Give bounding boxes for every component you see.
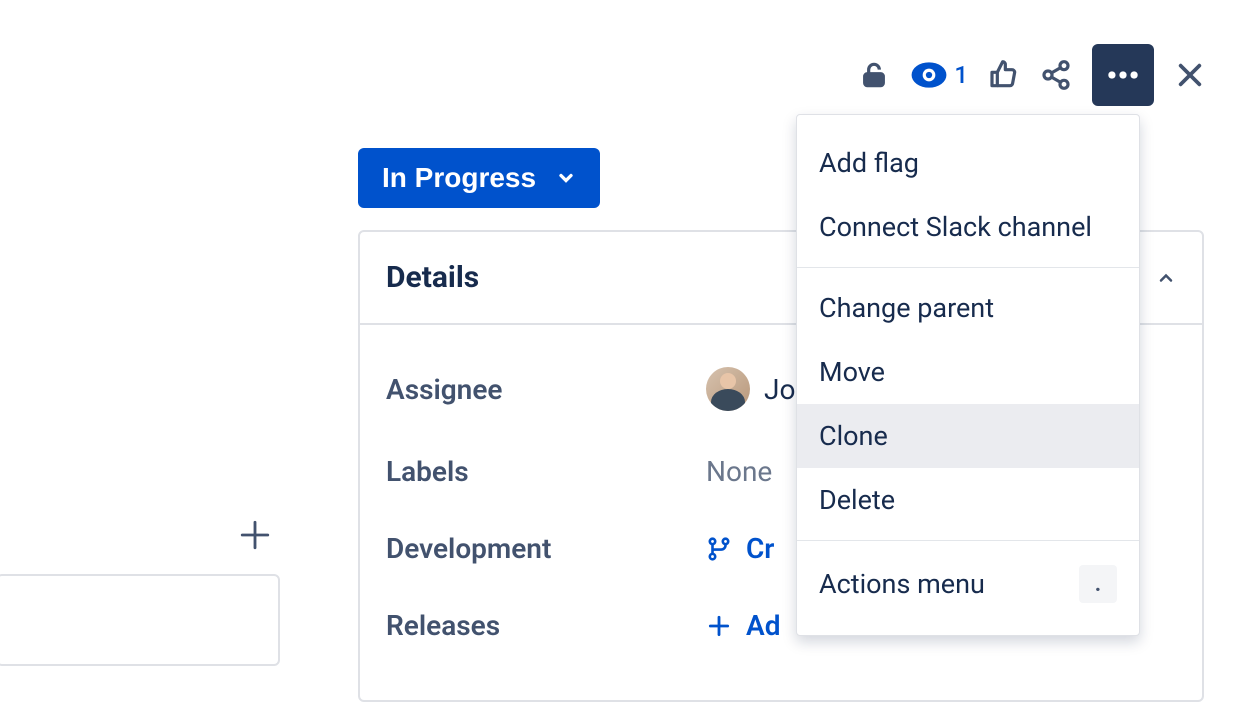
- status-label: In Progress: [382, 162, 536, 194]
- more-actions-menu: Add flag Connect Slack channel Change pa…: [796, 114, 1140, 636]
- chevron-up-icon: [1156, 268, 1176, 288]
- releases-action: Ad: [746, 609, 780, 642]
- dropdown-group-3: Actions menu .: [797, 540, 1139, 627]
- add-button[interactable]: [238, 518, 272, 556]
- avatar: [706, 367, 750, 411]
- plus-icon: [706, 613, 732, 639]
- assignee-name: Jo: [764, 373, 795, 406]
- lock-icon[interactable]: [858, 59, 890, 91]
- left-panel-stub: [0, 574, 280, 666]
- share-icon[interactable]: [1040, 59, 1072, 91]
- development-action: Cr: [746, 532, 774, 565]
- field-label-labels: Labels: [386, 455, 706, 488]
- labels-value: None: [706, 455, 772, 488]
- watch-button[interactable]: 1: [910, 56, 968, 94]
- chevron-down-icon: [556, 168, 576, 188]
- details-title: Details: [386, 260, 479, 295]
- menu-connect-slack[interactable]: Connect Slack channel: [797, 195, 1139, 259]
- field-value-assignee[interactable]: Jo: [706, 367, 795, 411]
- branch-icon: [706, 536, 732, 562]
- field-value-development[interactable]: Cr: [706, 532, 774, 565]
- field-label-assignee: Assignee: [386, 373, 706, 406]
- menu-actions-menu[interactable]: Actions menu .: [797, 549, 1139, 619]
- field-label-development: Development: [386, 532, 706, 565]
- dropdown-group-1: Add flag Connect Slack channel: [797, 123, 1139, 267]
- watch-count: 1: [954, 61, 968, 89]
- kbd-shortcut: .: [1079, 565, 1117, 603]
- dropdown-group-2: Change parent Move Clone Delete: [797, 267, 1139, 540]
- menu-move[interactable]: Move: [797, 340, 1139, 404]
- menu-add-flag[interactable]: Add flag: [797, 131, 1139, 195]
- status-dropdown[interactable]: In Progress: [358, 148, 600, 208]
- menu-clone[interactable]: Clone: [797, 404, 1139, 468]
- field-value-releases[interactable]: Ad: [706, 609, 780, 642]
- menu-delete[interactable]: Delete: [797, 468, 1139, 532]
- field-label-releases: Releases: [386, 609, 706, 642]
- more-actions-button[interactable]: [1092, 44, 1154, 106]
- issue-action-toolbar: 1: [858, 44, 1206, 106]
- thumbs-up-icon[interactable]: [988, 59, 1020, 91]
- close-icon[interactable]: [1174, 59, 1206, 91]
- field-value-labels[interactable]: None: [706, 455, 772, 488]
- menu-change-parent[interactable]: Change parent: [797, 276, 1139, 340]
